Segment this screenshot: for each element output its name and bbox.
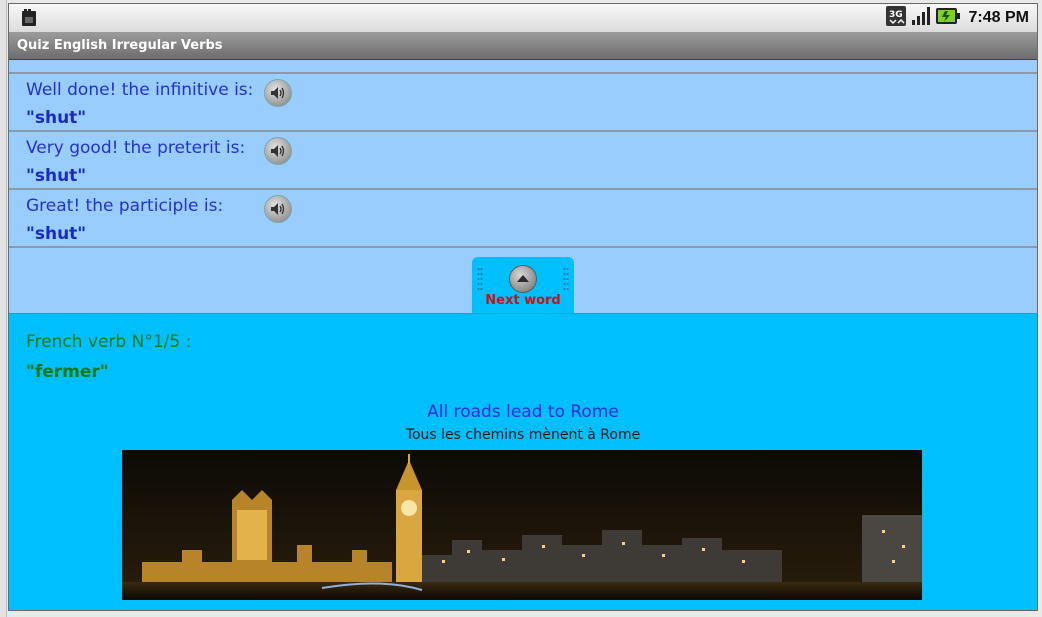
participle-label: Great! the participle is: [26,196,224,216]
speaker-icon[interactable] [264,79,292,107]
app-title-bar: Quiz English Irregular Verbs [9,33,1037,60]
next-word-button[interactable]: Next word [472,257,574,313]
desktop-strip [0,0,7,617]
infinitive-label: Well done! the infinitive is: [26,80,254,100]
london-skyline-image [122,450,922,600]
participle-row: Great! the participle is: "shut" [9,190,1037,248]
app-title: Quiz English Irregular Verbs [17,38,223,53]
preterit-value: "shut" [26,166,87,186]
infinitive-row: Well done! the infinitive is: "shut" [9,74,1037,132]
network-label: 3G [889,10,903,20]
network-3g-icon: 3G [885,6,906,30]
up-arrow-icon [509,265,537,293]
french-panel: French verb N°1/5 : "fermer" All roads l… [9,313,1037,610]
next-word-label: Next word [485,293,561,308]
signal-icon [911,6,931,30]
battery-icon [935,7,960,29]
sd-card-icon [19,9,39,27]
french-verb-value: "fermer" [26,362,109,382]
drag-grip-icon [563,268,569,290]
quiz-content: Well done! the infinitive is: "shut" Ver… [9,60,1037,610]
speaker-icon[interactable] [264,195,292,223]
top-divider [9,60,1037,74]
window-frame: 3G 7:48 PM Quiz English Irregular Verbs … [0,0,1042,617]
preterit-row: Very good! the preterit is: "shut" [9,132,1037,190]
french-verb-label: French verb N°1/5 : [26,332,192,352]
status-time: 7:48 PM [968,9,1029,26]
status-bar: 3G 7:48 PM [9,4,1037,33]
infinitive-value: "shut" [26,108,87,128]
status-icons: 3G 7:48 PM [885,6,1029,30]
proverb-english: All roads lead to Rome [427,402,619,422]
device-screen: 3G 7:48 PM Quiz English Irregular Verbs … [8,3,1038,611]
speaker-icon[interactable] [264,137,292,165]
proverb-french: Tous les chemins mènent à Rome [405,427,641,443]
preterit-label: Very good! the preterit is: [26,138,246,158]
participle-value: "shut" [26,224,87,244]
drag-grip-icon [477,268,483,290]
